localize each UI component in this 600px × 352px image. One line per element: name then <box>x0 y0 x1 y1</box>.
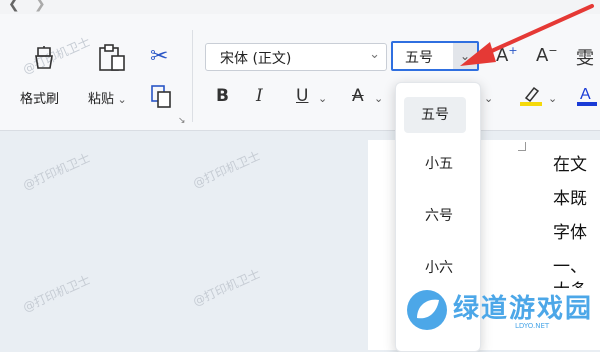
font-size-option[interactable]: 小五 <box>396 153 482 173</box>
brand-leaf-icon <box>407 290 447 330</box>
forward-chevron-icon[interactable]: ❯ <box>34 0 46 12</box>
document-line: 在文 <box>553 155 587 175</box>
watermark-text: @打印机卫士 <box>20 150 93 193</box>
back-chevron-icon[interactable]: ❮ <box>8 0 20 12</box>
group-divider <box>192 30 193 122</box>
chevron-down-icon: ⌄ <box>369 47 380 62</box>
copy-icon[interactable] <box>150 84 174 114</box>
dialog-launcher-icon[interactable]: ↘ <box>178 116 186 126</box>
italic-button[interactable]: I <box>256 86 263 106</box>
chevron-down-icon: ⌄ <box>114 93 127 106</box>
bold-button[interactable]: B <box>216 86 229 106</box>
font-color-icon[interactable]: A <box>576 82 598 112</box>
paste-icon[interactable] <box>96 43 128 77</box>
svg-text:A: A <box>580 86 591 103</box>
font-size-option[interactable]: 小六 <box>396 257 482 277</box>
watermark-text: @打印机卫士 <box>20 272 93 315</box>
annotation-arrow-icon <box>460 4 594 66</box>
document-line: 一、 <box>553 257 587 277</box>
font-size-value: 五号 <box>405 50 433 66</box>
font-size-option[interactable]: 六号 <box>396 205 482 225</box>
underline-button[interactable]: U <box>296 86 308 106</box>
document-line: 字体 <box>553 223 587 243</box>
brand-domain: LDYO.NET <box>515 322 550 330</box>
font-name-value: 宋体 (正文) <box>220 51 292 67</box>
chevron-down-icon[interactable]: ⌄ <box>548 92 557 105</box>
watermark-text: @打印机卫士 <box>190 148 263 191</box>
margin-mark <box>518 150 526 151</box>
format-painter-icon[interactable] <box>30 44 58 76</box>
highlight-color-icon[interactable] <box>518 82 544 112</box>
chevron-down-icon[interactable]: ⌄ <box>318 92 327 105</box>
paste-button[interactable]: 粘贴 ⌄ <box>88 88 127 107</box>
chevron-down-icon[interactable]: ⌄ <box>374 92 383 105</box>
brand-logo: 绿道游戏园 LDYO.NET <box>405 286 591 336</box>
format-painter-button[interactable]: 格式刷 <box>20 88 59 107</box>
cut-scissors-icon[interactable]: ✂ <box>150 44 168 69</box>
document-line: 本既 <box>553 189 587 209</box>
paste-label: 粘贴 <box>88 92 115 107</box>
font-name-select[interactable]: 宋体 (正文) ⌄ <box>205 43 387 71</box>
brand-name: 绿道游戏园 <box>453 294 594 324</box>
chevron-down-icon[interactable]: ⌄ <box>484 92 493 105</box>
margin-mark <box>525 142 526 150</box>
watermark-text: @打印机卫士 <box>190 266 263 309</box>
font-size-option-selected[interactable]: 五号 <box>404 97 466 133</box>
strikethrough-button[interactable]: A <box>352 86 364 106</box>
